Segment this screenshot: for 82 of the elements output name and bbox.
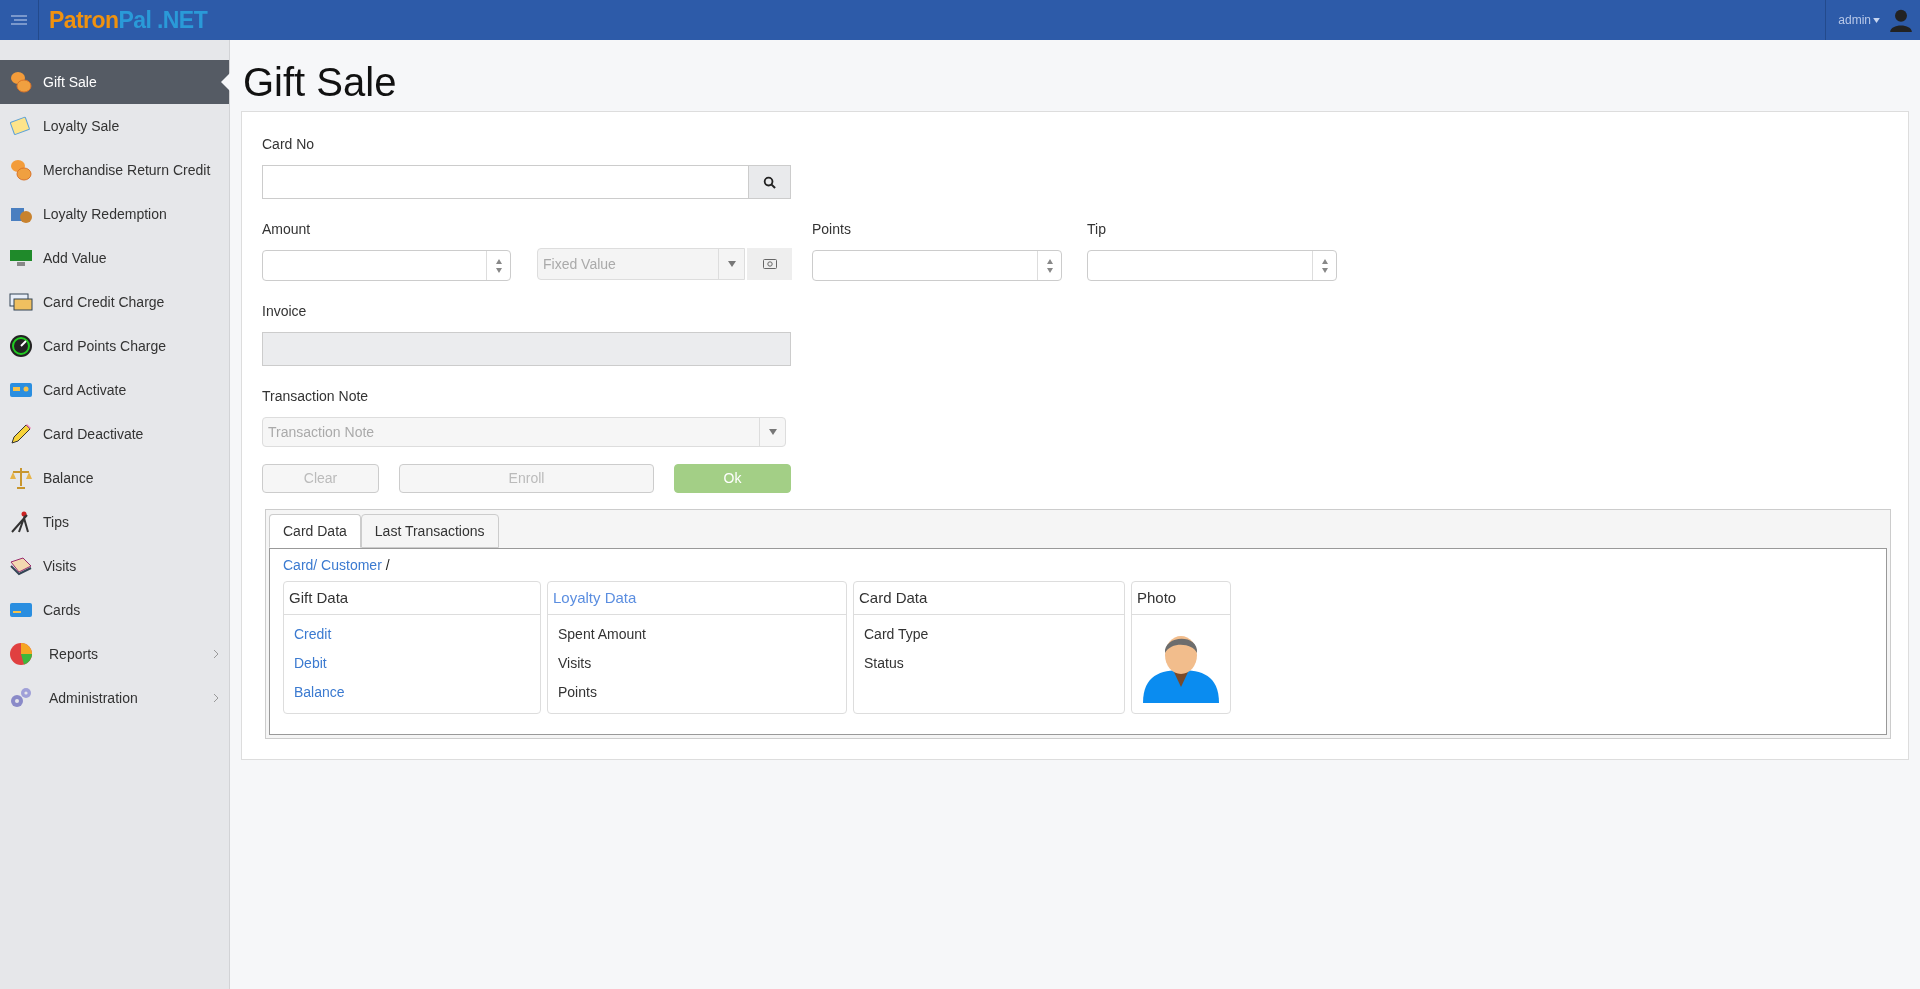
data-label: Visits (558, 654, 593, 673)
sidebar-item[interactable]: Cards (0, 588, 229, 632)
tab[interactable]: Last Transactions (360, 514, 499, 548)
points-field[interactable] (812, 250, 1062, 281)
gauge-icon (9, 334, 33, 358)
sidebar-item-label: Reports (49, 644, 99, 664)
card-number-field[interactable] (262, 165, 791, 199)
page-title: Gift Sale (243, 59, 398, 106)
open-book-icon (9, 554, 33, 578)
sidebar-item-label: Visits (43, 556, 77, 576)
cash-button[interactable] (747, 248, 792, 280)
pie-chart-icon (9, 642, 33, 666)
sidebar-item-label: Balance (43, 468, 94, 488)
sidebar-item[interactable]: Balance (0, 456, 229, 500)
data-label: Card Type (864, 625, 930, 644)
data-label: Points (558, 683, 598, 702)
coins-icon (9, 70, 33, 94)
data-label: Spent Amount (558, 625, 647, 644)
sidebar-item-label: Cards (43, 600, 81, 620)
sidebar-item-label: Card Points Charge (43, 336, 166, 356)
scales-icon (9, 466, 33, 490)
banknote-icon (762, 259, 777, 269)
search-icon (763, 175, 776, 189)
sidebar-item[interactable]: Reports (0, 632, 229, 676)
sidebar-item[interactable]: Card Points Charge (0, 324, 229, 368)
sidebar-item-label: Loyalty Redemption (43, 204, 167, 224)
credit-cards-icon (9, 290, 33, 314)
tip-field[interactable] (1087, 250, 1337, 281)
field-label: Invoice (262, 302, 308, 321)
user-menu[interactable]: admin (1838, 11, 1880, 29)
tab[interactable]: Card Data (269, 514, 361, 548)
sidebar-item-label: Card Credit Charge (43, 292, 165, 312)
breadcrumb-separator: / (385, 556, 390, 575)
sidebar-item[interactable]: Loyalty Redemption (0, 192, 229, 236)
spinner-arrows-icon[interactable] (494, 257, 503, 274)
caret-icon (727, 261, 736, 267)
data-label: Credit (294, 625, 333, 644)
sidebar-item[interactable]: Administration (0, 676, 229, 720)
spinner-arrows-icon[interactable] (1045, 257, 1054, 274)
caret-icon (1873, 17, 1880, 23)
sidebar-item-label: Merchandise Return Credit (43, 160, 211, 180)
sidebar-item[interactable]: Card Deactivate (0, 412, 229, 456)
sidebar-item[interactable]: Gift Sale (0, 60, 229, 104)
sidebar-item[interactable]: Loyalty Sale (0, 104, 229, 148)
logo: PatronPal .NET (49, 5, 208, 35)
search-button[interactable] (748, 166, 790, 198)
sidebar-item[interactable]: Tips (0, 500, 229, 544)
sidebar-item[interactable]: Card Credit Charge (0, 280, 229, 324)
sidebar-item-label: Tips (43, 512, 69, 532)
data-label: Status (864, 654, 905, 673)
sidebar-item[interactable]: Card Activate (0, 368, 229, 412)
user-silhouette-icon (1888, 7, 1914, 33)
chevron-right-icon (213, 693, 219, 703)
data-label: Balance (294, 683, 346, 702)
chevron-right-icon (213, 649, 219, 659)
sidebar-item[interactable]: Add Value (0, 236, 229, 280)
sidebar-item-label: Loyalty Sale (43, 116, 120, 136)
card-title: Card Data (859, 587, 928, 608)
field-label: Tip (1087, 220, 1107, 239)
sidebar-item[interactable]: Visits (0, 544, 229, 588)
card-title: Gift Data (289, 587, 349, 608)
field-label: Amount (262, 220, 312, 239)
amount-field[interactable] (262, 250, 511, 281)
sidebar-item[interactable]: Merchandise Return Credit (0, 148, 229, 192)
data-label: Debit (294, 654, 328, 673)
sidebar-item-label: Card Deactivate (43, 424, 144, 444)
menu-icon (11, 15, 27, 25)
sidebar-item-label: Add Value (43, 248, 107, 268)
sidebar-item-label: Card Activate (43, 380, 127, 400)
sidebar-item-label: Gift Sale (43, 72, 97, 92)
field-label: Points (812, 220, 852, 239)
coins-icon (9, 158, 33, 182)
breadcrumb-link[interactable]: Card/ Customer (283, 555, 382, 576)
card-title: Photo (1137, 587, 1177, 608)
spinner-arrows-icon[interactable] (1320, 257, 1329, 274)
pointer-notch-icon (221, 73, 230, 91)
field-label: Card No (262, 135, 316, 154)
pencil-icon (9, 422, 33, 446)
field-label: Transaction Note (262, 387, 370, 406)
caret-icon (768, 429, 777, 435)
card-title: Loyalty Data (553, 587, 637, 608)
sidebar-item-label: Administration (49, 688, 138, 708)
